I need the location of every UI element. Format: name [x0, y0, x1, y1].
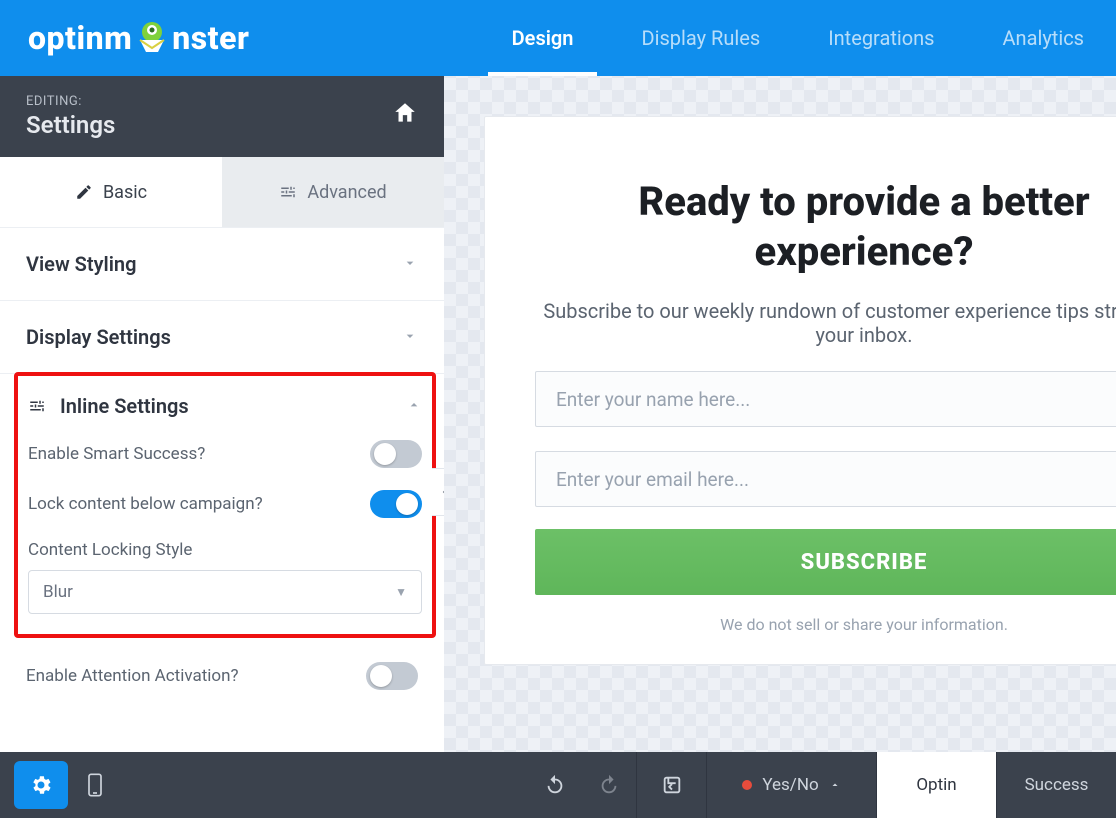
preview-heading: Ready to provide a better experience? [535, 177, 1116, 277]
top-bar: optinm nster Design Display Rules Integr… [0, 0, 1116, 76]
pencil-icon [75, 183, 93, 201]
home-icon[interactable] [392, 100, 418, 133]
content-locking-style-label: Content Locking Style [28, 524, 422, 570]
brand-mascot-icon [134, 20, 170, 56]
footer-bar: Yes/No Optin Success [0, 752, 1116, 818]
inline-settings-highlight: Inline Settings Enable Smart Success? Lo… [14, 372, 436, 638]
status-dot-icon [742, 780, 752, 790]
section-inline-settings[interactable]: Inline Settings [28, 376, 422, 424]
tab-basic-label: Basic [103, 182, 147, 203]
row-smart-success: Enable Smart Success? [28, 424, 422, 474]
preview-privacy-note: We do not sell or share your information… [535, 615, 1116, 634]
smart-success-label: Enable Smart Success? [28, 444, 205, 464]
save-button[interactable] [636, 752, 706, 818]
mobile-preview-button[interactable] [68, 752, 122, 818]
attention-activation-toggle[interactable] [366, 662, 418, 690]
optin-form-preview[interactable]: Ready to provide a better experience? Su… [484, 116, 1116, 665]
row-attention-activation: Enable Attention Activation? [0, 646, 444, 706]
chevron-down-icon [402, 325, 418, 349]
sidebar: EDITING: Settings Basic Advanced View St… [0, 76, 444, 752]
nav-design[interactable]: Design [508, 0, 578, 76]
design-canvas[interactable]: Ready to provide a better experience? Su… [444, 76, 1116, 752]
chevron-down-icon [402, 252, 418, 276]
lock-content-label: Lock content below campaign? [28, 494, 263, 514]
nav-analytics[interactable]: Analytics [999, 0, 1089, 76]
chevron-up-icon [406, 394, 422, 418]
undo-button[interactable] [528, 752, 582, 818]
brand-logo: optinm nster [28, 19, 249, 57]
nav-integrations[interactable]: Integrations [824, 0, 938, 76]
tab-advanced[interactable]: Advanced [222, 157, 444, 227]
preview-name-input[interactable]: Enter your name here... [535, 371, 1116, 427]
top-nav: Design Display Rules Integrations Analyt… [508, 0, 1088, 76]
step-yesno[interactable]: Yes/No [706, 752, 876, 818]
step-yesno-label: Yes/No [762, 775, 818, 795]
preview-email-placeholder: Enter your email here... [556, 468, 749, 491]
content-locking-style-select[interactable]: Blur ▼ [28, 570, 422, 614]
redo-button[interactable] [582, 752, 636, 818]
sliders-icon [28, 397, 46, 415]
section-display-settings[interactable]: Display Settings [0, 301, 444, 374]
content-locking-style-value: Blur [43, 582, 73, 602]
brand-text-post: nster [172, 19, 249, 57]
section-display-settings-label: Display Settings [26, 325, 171, 349]
section-view-styling[interactable]: View Styling [0, 228, 444, 301]
preview-name-placeholder: Enter your name here... [556, 388, 750, 411]
step-optin[interactable]: Optin [876, 752, 996, 818]
sidebar-tabs: Basic Advanced [0, 157, 444, 227]
brand-text-pre: optinm [28, 19, 132, 57]
section-view-styling-label: View Styling [26, 252, 136, 276]
editing-label: EDITING: [26, 94, 115, 109]
settings-gear-button[interactable] [14, 761, 68, 809]
lock-content-toggle[interactable] [370, 490, 422, 518]
tab-basic[interactable]: Basic [0, 157, 222, 227]
sliders-icon [279, 183, 297, 201]
step-success-label: Success [1025, 775, 1089, 795]
sidebar-header: EDITING: Settings [0, 76, 444, 157]
section-inline-settings-label: Inline Settings [60, 394, 189, 418]
nav-display-rules[interactable]: Display Rules [637, 0, 764, 76]
preview-subscribe-button[interactable]: SUBSCRIBE [535, 529, 1116, 595]
caret-down-icon: ▼ [395, 585, 407, 599]
smart-success-toggle[interactable] [370, 440, 422, 468]
preview-subheading: Subscribe to our weekly rundown of custo… [535, 299, 1116, 347]
preview-email-input[interactable]: Enter your email here... [535, 451, 1116, 507]
row-lock-content: Lock content below campaign? [28, 474, 422, 524]
editing-title: Settings [26, 111, 115, 139]
step-success[interactable]: Success [996, 752, 1116, 818]
attention-activation-label: Enable Attention Activation? [26, 666, 239, 686]
tab-advanced-label: Advanced [307, 182, 386, 203]
chevron-up-icon [829, 779, 841, 791]
preview-subscribe-label: SUBSCRIBE [801, 550, 928, 575]
step-optin-label: Optin [916, 775, 956, 795]
